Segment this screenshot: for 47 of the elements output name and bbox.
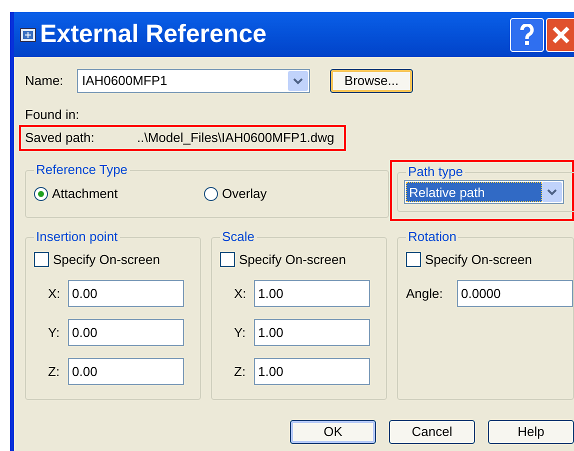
number-field[interactable]: 0.00	[68, 319, 184, 346]
dialog-button[interactable]: OK	[290, 420, 376, 444]
saved-path-label: Saved path:	[25, 128, 96, 147]
number-field[interactable]: 0.00	[68, 358, 184, 385]
dialog-button[interactable]: Help	[488, 420, 574, 444]
group-title: Reference Type	[34, 162, 130, 178]
field-label: Z:	[47, 362, 61, 381]
field-label: X:	[47, 284, 62, 303]
radio-button[interactable]	[34, 186, 48, 200]
found-in-label: Found in:	[25, 106, 80, 124]
browse-button[interactable]: Browse...	[330, 69, 413, 93]
number-field[interactable]: 0.0000	[457, 280, 573, 307]
field-label: Z:	[233, 362, 247, 381]
number-field[interactable]: 0.00	[68, 280, 184, 307]
close-button[interactable]	[546, 18, 574, 52]
close-icon	[550, 24, 570, 44]
checkbox[interactable]	[406, 252, 421, 267]
checkbox[interactable]	[220, 252, 235, 267]
help-button[interactable]	[510, 18, 544, 52]
number-field[interactable]: 1.00	[254, 319, 370, 346]
question-icon	[519, 24, 535, 46]
radio-button[interactable]	[204, 186, 218, 200]
group-title: Rotation	[406, 228, 458, 244]
window-icon	[20, 28, 36, 42]
window-title: External Reference	[40, 18, 268, 50]
saved-path-value: ..\Model_Files\IAH0600MFP1.dwg	[137, 128, 334, 147]
field-label: X:	[233, 284, 248, 303]
dialog-button[interactable]: Cancel	[389, 420, 475, 444]
number-field[interactable]: 1.00	[254, 280, 370, 307]
dropdown-icon	[542, 182, 562, 202]
name-combo-box[interactable]: IAH0600MFP1	[77, 69, 310, 93]
path-type-combo-box[interactable]: Relative path	[404, 180, 564, 204]
radio-label: Overlay	[222, 184, 267, 203]
field-label: Y:	[233, 324, 247, 342]
dropdown-icon	[288, 71, 308, 91]
radio-label: Attachment	[52, 184, 118, 203]
checkbox-label: Specify On-screen	[239, 250, 346, 269]
group-title: Path type	[406, 164, 465, 180]
field-label: Name:	[25, 72, 64, 90]
group-title: Insertion point	[34, 228, 120, 244]
number-field[interactable]: 1.00	[254, 358, 370, 385]
field-label: Angle:	[406, 284, 444, 303]
group-title: Scale	[220, 228, 257, 244]
checkbox-label: Specify On-screen	[53, 250, 160, 269]
checkbox-label: Specify On-screen	[425, 250, 532, 269]
field-label: Y:	[47, 324, 61, 342]
checkbox[interactable]	[34, 252, 49, 267]
